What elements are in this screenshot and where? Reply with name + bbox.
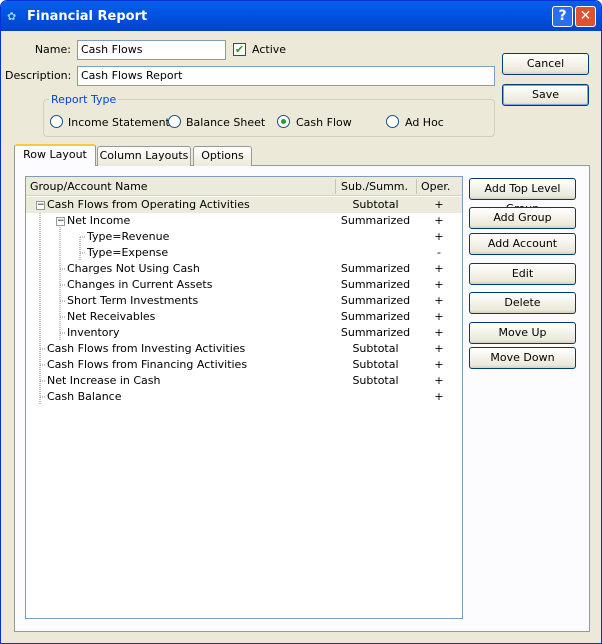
row-name: Cash Flows from Financing Activities (47, 358, 248, 371)
collapse-icon[interactable]: − (36, 201, 45, 210)
row-sub-summ: Subtotal (352, 374, 399, 387)
tree-row[interactable]: Type=Revenue + (26, 229, 462, 245)
row-sub-summ: Summarized (340, 294, 411, 307)
radio-label-balance-sheet: Balance Sheet (186, 116, 266, 129)
tree-row[interactable]: Charges Not Using Cash Summarized + (26, 261, 462, 277)
collapse-icon[interactable]: − (56, 217, 65, 226)
description-input[interactable]: Cash Flows Report (77, 66, 495, 86)
row-operation: + (434, 326, 444, 339)
name-label: Name: (34, 43, 71, 56)
close-button[interactable]: ✕ (575, 6, 596, 27)
report-type-label: Report Type (49, 93, 119, 106)
active-label: Active (252, 43, 287, 56)
radio-income-statement[interactable] (50, 115, 63, 128)
row-name: Cash Flows from Operating Activities (47, 198, 250, 211)
tree-row[interactable]: Net Increase in Cash Subtotal + (26, 373, 462, 389)
radio-ad-hoc[interactable] (386, 115, 399, 128)
tree-row[interactable]: Changes in Current Assets Summarized + (26, 277, 462, 293)
row-sub-summ: Summarized (340, 214, 411, 227)
radio-cash-flow[interactable] (277, 115, 290, 128)
app-icon: ✿ (7, 10, 17, 23)
row-name: Cash Balance (47, 390, 122, 403)
radio-label-income-statement: Income Statement (68, 116, 170, 129)
cancel-button[interactable]: Cancel (502, 53, 589, 75)
row-operation: + (434, 262, 444, 275)
row-operation: + (434, 214, 444, 227)
help-button[interactable]: ? (552, 6, 573, 27)
description-label: Description: (5, 69, 72, 82)
save-button[interactable]: Save (502, 84, 589, 106)
tree-row[interactable]: Short Term Investments Summarized + (26, 293, 462, 309)
row-name: Net Increase in Cash (47, 374, 161, 387)
tab-column-layouts[interactable]: Column Layouts (97, 146, 191, 166)
row-operation: + (434, 374, 444, 387)
add-top-level-group-button[interactable]: Add Top Level Group (469, 178, 576, 215)
row-name: Cash Flows from Investing Activities (47, 342, 246, 355)
add-group-button[interactable]: Add Group (469, 207, 576, 229)
row-name: Type=Revenue (87, 230, 170, 243)
row-sub-summ: Summarized (340, 326, 411, 339)
tree-row[interactable]: Cash Flows from Investing Activities Subt… (26, 341, 462, 357)
row-operation: - (437, 246, 441, 259)
row-sub-summ: Summarized (340, 262, 411, 275)
row-name: Net Income (67, 214, 131, 227)
move-up-button[interactable]: Move Up (469, 322, 576, 344)
tree-row[interactable]: Net Receivables Summarized + (26, 309, 462, 325)
tree-row[interactable]: Cash Balance + (26, 389, 462, 405)
name-input[interactable]: Cash Flows (77, 40, 226, 60)
row-name: Short Term Investments (67, 294, 199, 307)
tab-row-layout[interactable]: Row Layout (14, 144, 96, 166)
row-name: Changes in Current Assets (67, 278, 213, 291)
title-bar: ✿ Financial Report ? ✕ (1, 1, 601, 31)
row-operation: + (434, 278, 444, 291)
row-layout-tree[interactable]: Group/Account Name Sub./Summ. Oper. Cash… (25, 176, 463, 619)
financial-report-window: ✿ Financial Report ? ✕ Name: Cash Flows … (0, 0, 602, 644)
row-sub-summ: Subtotal (352, 198, 399, 211)
tree-row[interactable]: Net Income Summarized + (26, 213, 462, 229)
row-operation: + (434, 294, 444, 307)
row-sub-summ: Summarized (340, 310, 411, 323)
row-operation: + (434, 390, 444, 403)
row-sub-summ: Subtotal (352, 358, 399, 371)
tab-options[interactable]: Options (193, 146, 252, 166)
row-operation: + (434, 310, 444, 323)
add-account-button[interactable]: Add Account (469, 233, 576, 255)
row-operation: + (434, 342, 444, 355)
row-name: Inventory (67, 326, 120, 339)
tree-row[interactable]: Inventory Summarized + (26, 325, 462, 341)
edit-button[interactable]: Edit (469, 263, 576, 285)
row-operation: + (434, 198, 444, 211)
row-name: Charges Not Using Cash (67, 262, 200, 275)
row-name: Type=Expense (87, 246, 169, 259)
radio-label-cash-flow: Cash Flow (296, 116, 352, 129)
tree-row[interactable]: Type=Expense - (26, 245, 462, 261)
tree-row[interactable]: Cash Flows from Operating Activities Subt… (26, 197, 462, 213)
tree-row[interactable]: Cash Flows from Financing Activities Subt… (26, 357, 462, 373)
row-name: Net Receivables (67, 310, 156, 323)
radio-balance-sheet[interactable] (168, 115, 181, 128)
row-sub-summ: Subtotal (352, 342, 399, 355)
row-operation: + (434, 230, 444, 243)
move-down-button[interactable]: Move Down (469, 347, 576, 369)
row-sub-summ: Summarized (340, 278, 411, 291)
row-operation: + (434, 358, 444, 371)
active-checkbox[interactable]: ✔ (233, 43, 246, 56)
radio-label-ad-hoc: Ad Hoc (405, 116, 444, 129)
delete-button[interactable]: Delete (469, 292, 576, 314)
window-title: Financial Report (27, 9, 148, 24)
